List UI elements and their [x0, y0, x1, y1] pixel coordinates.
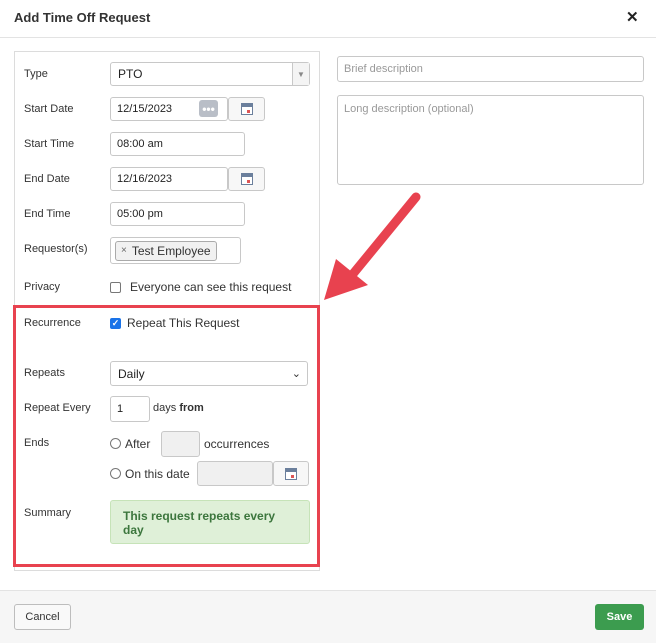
chevron-down-icon: ▼ [292, 63, 309, 85]
type-label: Type [24, 68, 48, 80]
type-select[interactable]: PTO ▼ [110, 62, 310, 86]
privacy-checkbox[interactable] [110, 282, 121, 293]
requestor-chip-label: Test Employee [131, 243, 211, 258]
start-date-calendar-button[interactable] [228, 97, 265, 121]
requestors-label: Requestor(s) [24, 243, 88, 255]
start-time-label: Start Time [24, 138, 75, 150]
remove-chip-icon[interactable]: × [121, 245, 127, 256]
calendar-icon [240, 173, 253, 185]
cancel-button[interactable]: Cancel [14, 604, 71, 630]
long-description-textarea[interactable]: Long description (optional) [337, 95, 644, 185]
start-date-label: Start Date [24, 103, 74, 115]
start-time-value: 08:00 am [117, 138, 163, 150]
highlight-box [13, 305, 320, 567]
arrow-annotation [324, 192, 421, 300]
end-date-value: 12/16/2023 [117, 173, 173, 185]
type-value: PTO [118, 67, 143, 81]
requestor-chip: × Test Employee [115, 240, 217, 261]
close-icon[interactable]: ✕ [626, 8, 639, 26]
requestors-input[interactable]: × Test Employee [110, 237, 241, 264]
more-options-icon[interactable]: ••• [199, 100, 218, 117]
brief-description-input[interactable]: Brief description [337, 56, 644, 82]
start-date-value: 12/15/2023 [117, 103, 173, 115]
brief-description-placeholder: Brief description [344, 63, 423, 75]
end-date-calendar-button[interactable] [228, 167, 265, 191]
privacy-checkbox-label: Everyone can see this request [130, 280, 292, 294]
save-button[interactable]: Save [595, 604, 644, 630]
end-time-value: 05:00 pm [117, 208, 163, 220]
end-time-label: End Time [24, 208, 71, 220]
dialog-title: Add Time Off Request [14, 10, 151, 25]
dialog-footer [0, 590, 656, 643]
calendar-icon [240, 103, 253, 115]
end-date-label: End Date [24, 173, 70, 185]
long-description-placeholder: Long description (optional) [344, 103, 474, 115]
start-time-input[interactable]: 08:00 am [110, 132, 245, 156]
privacy-label: Privacy [24, 281, 61, 293]
end-date-input[interactable]: 12/16/2023 [110, 167, 228, 191]
end-time-input[interactable]: 05:00 pm [110, 202, 245, 226]
